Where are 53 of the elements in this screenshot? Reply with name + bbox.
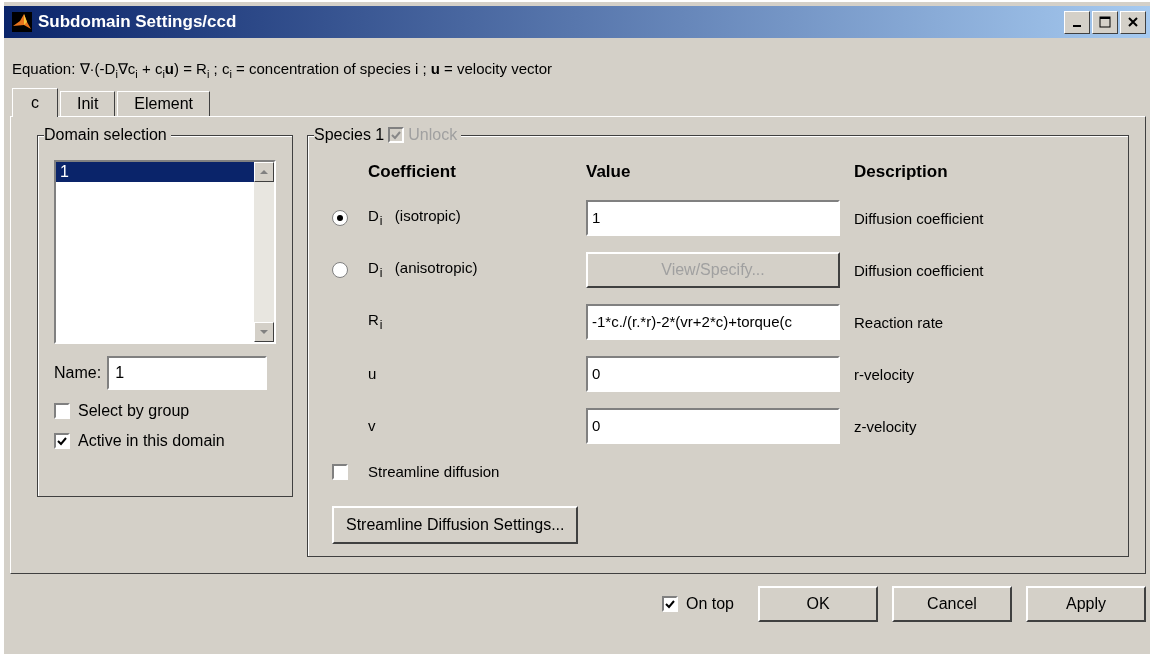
- radio-button[interactable]: [332, 210, 348, 226]
- minimize-icon: [1073, 25, 1081, 27]
- domain-list[interactable]: 1: [54, 160, 276, 344]
- description-text: Diffusion coefficient: [854, 208, 985, 229]
- coefficient-label: u: [368, 364, 378, 384]
- window-title: Subdomain Settings/ccd: [38, 12, 238, 32]
- checkbox[interactable]: [332, 464, 348, 480]
- description-text: Reaction rate: [854, 312, 945, 333]
- dialog-button[interactable]: Apply: [1026, 586, 1146, 622]
- equation-text: Equation: ∇·(-D$_{i}$∇c$_{i}$ + c$_{i}$u) = R$_{i}$ ; c$_{i}$ = concentration of species i ; u = velocity vector: [12, 60, 554, 82]
- close-button[interactable]: [1120, 10, 1146, 34]
- close-icon: [1128, 17, 1138, 27]
- tab[interactable]: c: [12, 88, 58, 117]
- coefficient-label: R$_{i}$: [368, 309, 384, 334]
- value-field[interactable]: -1*c./(r.*r)-2*(vr+2*c)+torque(c: [586, 304, 840, 340]
- checkbox-label: Select by group: [78, 402, 190, 420]
- value-field[interactable]: 0: [586, 408, 840, 444]
- tab[interactable]: Init: [60, 91, 116, 116]
- list-item[interactable]: 1: [56, 162, 254, 182]
- description-text: z-velocity: [854, 416, 918, 437]
- maximize-icon: [1099, 16, 1111, 28]
- checkbox-label: Active in this domain: [78, 432, 225, 450]
- coefficient-label: D$_{i}$ (anisotropic): [368, 257, 479, 282]
- checkbox-label: On top: [685, 595, 734, 613]
- name-field[interactable]: 1: [107, 356, 268, 390]
- name-label: Name:: [54, 364, 102, 382]
- down-arrow-icon: [259, 329, 269, 335]
- scroll-up-button[interactable]: [254, 162, 274, 182]
- column-header: Description: [854, 161, 949, 183]
- up-arrow-icon: [259, 169, 269, 175]
- coefficient-label: D$_{i}$ (isotropic): [368, 205, 462, 230]
- group-title: Species 1: [314, 125, 385, 145]
- column-header: Coefficient: [368, 161, 457, 183]
- description-text: r-velocity: [854, 364, 915, 385]
- scroll-down-button[interactable]: [254, 322, 274, 342]
- radio-button[interactable]: [332, 262, 348, 278]
- minimize-button[interactable]: [1064, 10, 1090, 34]
- column-header: Value: [586, 161, 632, 183]
- checkbox[interactable]: [54, 403, 70, 419]
- scrollbar[interactable]: [254, 162, 274, 342]
- tab[interactable]: Element: [117, 91, 211, 116]
- dialog-button[interactable]: Cancel: [892, 586, 1012, 622]
- coefficient-label: Streamline diffusion: [368, 462, 501, 482]
- description-text: Diffusion coefficient: [854, 260, 985, 281]
- app-logo-icon: [12, 12, 32, 32]
- maximize-button[interactable]: [1092, 10, 1118, 34]
- value-field[interactable]: 0: [586, 356, 840, 392]
- checkbox[interactable]: [54, 433, 70, 449]
- dialog-button[interactable]: OK: [758, 586, 878, 622]
- value-field[interactable]: 1: [586, 200, 840, 236]
- coefficient-label: v: [368, 416, 377, 436]
- checkbox[interactable]: [661, 596, 678, 612]
- streamline-settings-button[interactable]: Streamline Diffusion Settings...: [332, 506, 579, 544]
